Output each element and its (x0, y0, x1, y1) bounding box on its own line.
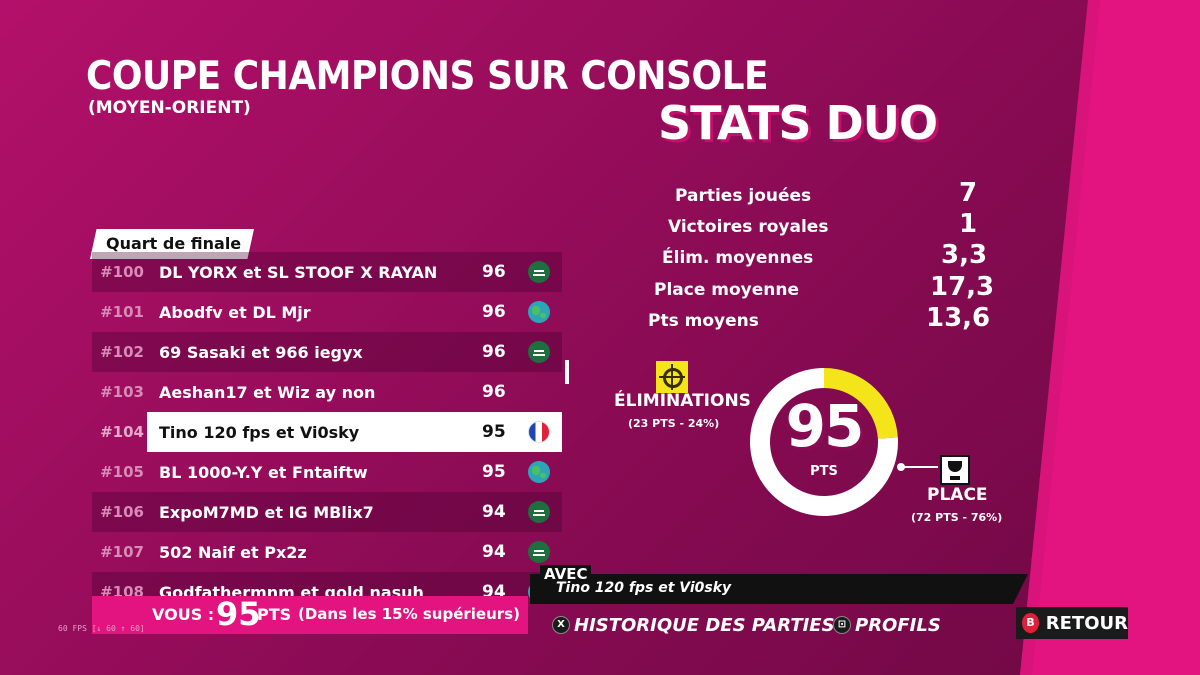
row-points: 94 (482, 542, 506, 562)
row-team-name: BL 1000-Y.Y et Fntaiftw (159, 462, 368, 482)
saudi-arabia-flag-icon (528, 341, 550, 363)
stat-label-avg-pts: Pts moyens (648, 311, 759, 331)
row-team-name: DL YORX et SL STOOF X RAYAN (159, 262, 438, 282)
row-team-name: ExpoM7MD et IG MBlix7 (159, 502, 374, 522)
row-points: 96 (482, 262, 506, 282)
scrollbar-thumb[interactable] (565, 360, 569, 384)
row-rank: #101 (100, 303, 144, 321)
touchpad-button-icon: ⊡ (833, 616, 851, 634)
teammate-name: Tino 120 fps et Vi0sky (556, 580, 732, 596)
row-team-name: Tino 120 fps et Vi0sky (159, 422, 360, 442)
back-button[interactable]: B RETOUR (1016, 607, 1128, 639)
row-rank: #105 (100, 463, 144, 481)
stat-label-avg-place: Place moyenne (654, 280, 800, 300)
profiles-label: PROFILS (855, 614, 941, 636)
table-row[interactable]: #103 Aeshan17 et Wiz ay non 96 (92, 372, 562, 412)
leaderboard-list[interactable]: #100 DL YORX et SL STOOF X RAYAN 96 #101… (92, 252, 562, 598)
score-ring: 95 PTS (748, 366, 900, 518)
table-row[interactable]: #100 DL YORX et SL STOOF X RAYAN 96 (92, 252, 562, 292)
row-points: 95 (482, 462, 506, 482)
match-history-button[interactable]: X HISTORIQUE DES PARTIES (552, 612, 835, 638)
place-connector-line (900, 466, 938, 468)
back-label: RETOUR (1045, 612, 1128, 634)
row-points: 95 (482, 422, 506, 442)
page-title: COUPE CHAMPIONS SUR CONSOLE (86, 54, 769, 100)
table-row[interactable]: #101 Abodfv et DL Mjr 96 (92, 292, 562, 332)
row-rank: #104 (100, 423, 144, 441)
table-row[interactable]: #105 BL 1000-Y.Y et Fntaiftw 95 (92, 452, 562, 492)
eliminations-breakdown: (23 PTS - 24%) (628, 417, 720, 430)
row-rank: #100 (100, 263, 144, 281)
saudi-arabia-flag-icon (528, 501, 550, 523)
your-score-value: 95 (216, 595, 261, 633)
your-score-unit: PTS (257, 605, 292, 624)
your-score-bar: VOUS : 95 PTS (Dans les 15% supérieurs) (92, 595, 528, 634)
stat-value-avg-elims: 3,3 (941, 240, 988, 270)
place-breakdown: (72 PTS - 76%) (911, 511, 1003, 524)
trophy-icon (940, 455, 970, 485)
globe-icon (528, 461, 550, 483)
saudi-arabia-flag-icon (528, 541, 550, 563)
row-team-name: 69 Sasaki et 966 iegyx (159, 342, 363, 362)
fps-counter: 60 FPS [↓ 60 ↑ 60] (58, 624, 145, 633)
table-row[interactable]: #102 69 Sasaki et 966 iegyx 96 (92, 332, 562, 372)
stat-value-wins: 1 (959, 209, 978, 239)
stat-label-wins: Victoires royales (668, 217, 829, 237)
total-points-value: 95 (785, 392, 865, 460)
match-history-label: HISTORIQUE DES PARTIES (574, 614, 835, 636)
your-score-label: VOUS : (152, 605, 215, 624)
stat-value-avg-pts: 13,6 (926, 303, 991, 333)
crosshair-icon-bar (659, 376, 685, 378)
france-flag-icon (528, 421, 550, 443)
stat-label-games: Parties jouées (675, 186, 812, 206)
row-rank: #107 (100, 543, 144, 561)
eliminations-label: ÉLIMINATIONS (614, 391, 751, 411)
saudi-arabia-flag-icon (528, 261, 550, 283)
stat-label-avg-elims: Élim. moyennes (662, 248, 814, 268)
your-percentile-note: (Dans les 15% supérieurs) (298, 605, 520, 623)
place-label: PLACE (927, 485, 988, 505)
x-button-icon: X (552, 616, 570, 634)
globe-icon (528, 301, 550, 323)
row-team-name: Aeshan17 et Wiz ay non (159, 382, 376, 402)
page-subtitle: (MOYEN-ORIENT) (88, 98, 251, 118)
table-row[interactable]: #108 Godfathermnm et gold nasuh 94 (92, 572, 562, 598)
row-points: 94 (482, 502, 506, 522)
stats-title: STATS DUO (658, 96, 938, 150)
stat-value-avg-place: 17,3 (930, 272, 995, 302)
row-team-name: 502 Naif et Px2z (159, 542, 307, 562)
table-row[interactable]: #107 502 Naif et Px2z 94 (92, 532, 562, 572)
row-points: 96 (482, 302, 506, 322)
row-points: 96 (482, 382, 506, 402)
row-rank: #103 (100, 383, 144, 401)
table-row-selected[interactable]: #104 Tino 120 fps et Vi0sky 95 (92, 412, 562, 452)
row-rank: #106 (100, 503, 144, 521)
row-rank: #102 (100, 343, 144, 361)
b-button-icon: B (1022, 613, 1039, 633)
row-points: 96 (482, 342, 506, 362)
total-points-unit: PTS (810, 464, 838, 479)
row-team-name: Abodfv et DL Mjr (159, 302, 311, 322)
profiles-button[interactable]: ⊡ PROFILS (833, 612, 941, 638)
stat-value-games: 7 (959, 178, 978, 208)
table-row[interactable]: #106 ExpoM7MD et IG MBlix7 94 (92, 492, 562, 532)
